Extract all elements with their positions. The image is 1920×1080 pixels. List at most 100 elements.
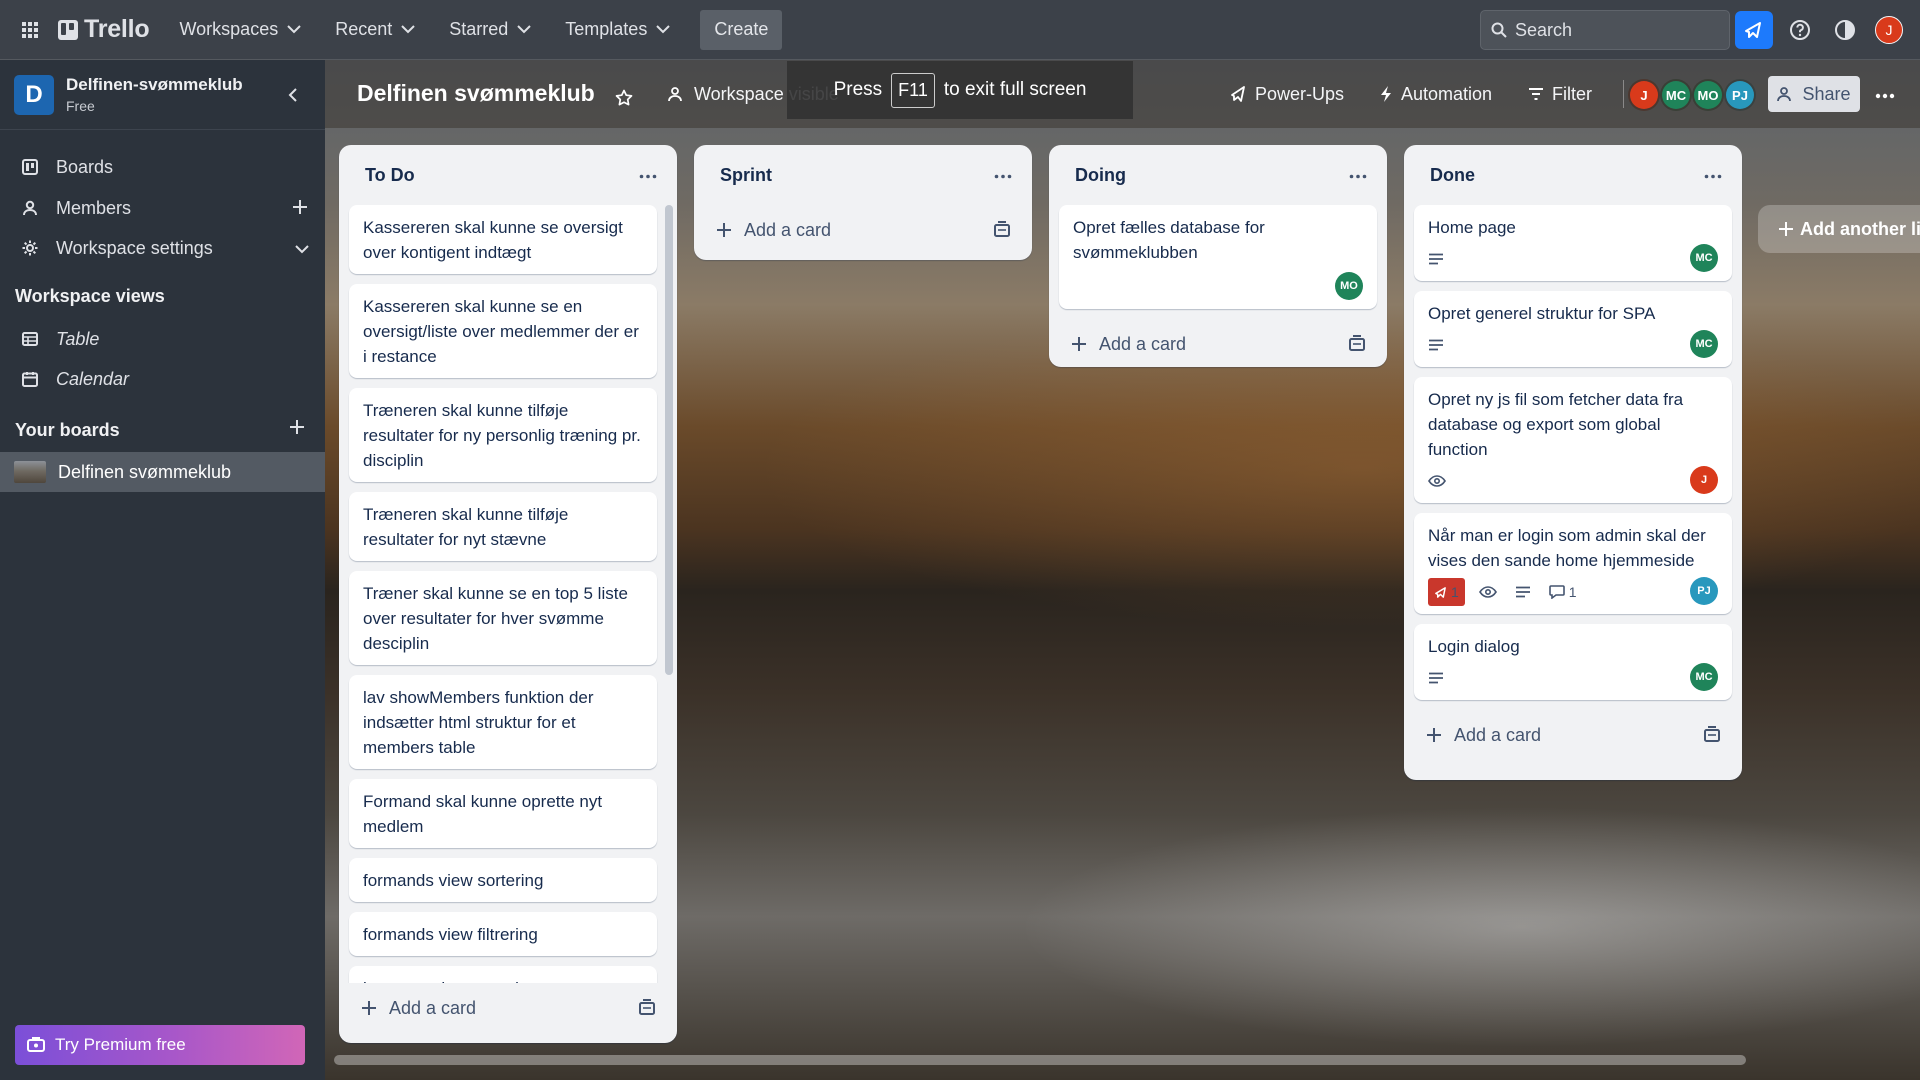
list-title[interactable]: Done [1430,165,1475,186]
filter-button[interactable]: Filter [1528,78,1592,110]
list-todo: To Do Kassereren skal kunne se oversigt … [339,145,677,1043]
account-avatar[interactable]: J [1875,16,1903,44]
vote-badge: 1 [1428,578,1465,606]
list-scrollbar[interactable] [665,205,673,675]
plus-icon [1072,337,1086,351]
list-menu-icon[interactable] [639,163,657,184]
help-button[interactable] [1781,11,1819,49]
share-button[interactable]: Share [1768,76,1860,112]
list-header[interactable]: Sprint [694,145,1032,205]
add-list-button[interactable]: Add another list [1758,205,1920,253]
power-ups-button[interactable]: Power-Ups [1229,78,1344,110]
list-cards-scroll[interactable]: Kassereren skal kunne se oversigt over k… [339,205,677,983]
notifications-button[interactable] [1735,11,1773,49]
card-template-icon[interactable] [639,999,655,1020]
card[interactable]: formands view sortering [349,858,657,902]
card[interactable]: Opret ny js fil som fetcher data fra dat… [1414,377,1732,503]
starred-menu[interactable]: Starred [439,10,541,50]
board-title[interactable]: Delfinen svømmeklub [357,80,595,107]
create-button[interactable]: Create [700,9,783,50]
recent-menu[interactable]: Recent [325,10,425,50]
card-title: Home page [1428,218,1516,237]
card[interactable]: Opret generel struktur for SPA MC [1414,291,1732,367]
star-board-button[interactable] [615,82,641,114]
description-icon [1428,672,1448,684]
board-horizontal-scrollbar[interactable] [334,1055,1746,1065]
card-member-avatar[interactable]: J [1690,466,1718,494]
sidebar-item-calendar[interactable]: Calendar [0,359,325,399]
search-input[interactable]: Search [1480,10,1730,50]
sidebar-item-board-delfinen[interactable]: Delfinen svømmeklub [0,452,325,492]
list-menu-icon[interactable] [994,163,1012,184]
description-icon [1428,339,1448,351]
member-avatar[interactable]: J [1628,79,1660,111]
sidebar-item-workspace-settings[interactable]: Workspace settings [0,228,325,268]
add-board-icon[interactable] [288,418,306,441]
card[interactable]: Kassereren skal kunne se en oversigt/lis… [349,284,657,378]
add-member-icon[interactable] [291,198,309,221]
sidebar-item-label: Table [56,328,100,349]
card-member-avatar[interactable]: MC [1690,330,1718,358]
list-title[interactable]: Sprint [720,165,772,186]
card[interactable]: Træneren skal kunne tilføje resultater f… [349,388,657,482]
card-member-avatar[interactable]: MO [1335,272,1363,300]
chevron-down-icon[interactable] [295,238,309,259]
templates-menu[interactable]: Templates [555,10,680,50]
card[interactable]: Træneren skal kunne tilføje resultater f… [349,492,657,561]
search-icon [1491,22,1507,38]
add-card-button[interactable]: Add a card [339,983,677,1033]
list-title[interactable]: To Do [365,165,415,186]
add-card-button[interactable]: Add a card [694,205,1032,255]
card-template-icon[interactable] [1349,335,1365,356]
member-avatar[interactable]: PJ [1724,79,1756,111]
member-avatar[interactable]: MC [1660,79,1692,111]
theme-toggle-button[interactable] [1826,11,1864,49]
board-menu-button[interactable] [1875,84,1895,104]
card[interactable]: Formand skal kunne oprette nyt medlem [349,779,657,848]
card[interactable]: formands view filtrering [349,912,657,956]
description-icon [1428,253,1448,265]
workspace-header[interactable]: D Delfinen-svømmeklub Free [0,60,325,130]
list-header[interactable]: To Do [339,145,677,205]
workspaces-menu[interactable]: Workspaces [170,10,312,50]
try-premium-button[interactable]: Try Premium free [15,1025,305,1065]
member-avatar[interactable]: MO [1692,79,1724,111]
sidebar-item-members[interactable]: Members [0,188,325,228]
search-placeholder: Search [1515,19,1573,40]
automation-button[interactable]: Automation [1379,78,1492,110]
sidebar-item-label: Calendar [56,368,130,389]
chevron-left-icon [288,88,297,102]
list-header[interactable]: Done [1404,145,1742,205]
app-switcher-icon[interactable] [14,14,46,46]
calendar-icon [20,371,40,387]
add-card-label: Add a card [744,219,832,240]
card[interactable]: Login dialog MC [1414,624,1732,700]
card-member-avatar[interactable]: PJ [1690,577,1718,605]
trello-logo[interactable]: Trello [58,15,150,44]
comment-icon [1548,585,1565,599]
list-menu-icon[interactable] [1704,163,1722,184]
add-card-button[interactable]: Add a card [1049,319,1387,369]
sidebar-item-boards[interactable]: Boards [0,147,325,187]
list-header[interactable]: Doing [1049,145,1387,205]
card-template-icon[interactable] [994,221,1010,242]
card[interactable]: Opret fælles database for svømmeklubben … [1059,205,1377,309]
card[interactable]: Kassereren skal kunne se oversigt over k… [349,205,657,274]
list-title[interactable]: Doing [1075,165,1126,186]
card[interactable]: Træner skal kunne se en top 5 liste over… [349,571,657,665]
card[interactable]: lav showMembers funktion der indsætter h… [349,675,657,769]
chevron-down-icon [287,25,301,34]
collapse-sidebar-button[interactable] [280,82,306,108]
toast-key: F11 [891,72,935,108]
list-menu-icon[interactable] [1349,163,1367,184]
card[interactable]: Home page MC [1414,205,1732,281]
toast-text-after: to exit full screen [943,79,1087,100]
card-member-avatar[interactable]: MC [1690,244,1718,272]
card[interactable]: Når man er login som admin skal der vise… [1414,513,1732,614]
card[interactable]: kasserer view sortering [349,966,657,983]
card-template-icon[interactable] [1704,726,1720,747]
add-card-button[interactable]: Add a card [1404,710,1742,760]
card-member-avatar[interactable]: MC [1690,663,1718,691]
share-label: Share [1802,83,1851,104]
sidebar-item-table[interactable]: Table [0,319,325,359]
